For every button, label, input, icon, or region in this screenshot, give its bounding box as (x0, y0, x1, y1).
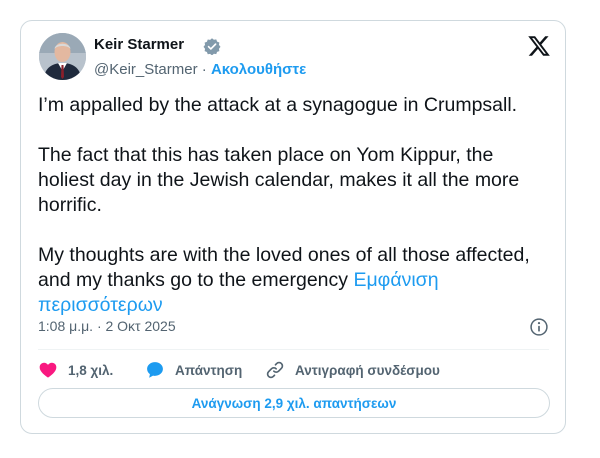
heart-icon (39, 362, 57, 378)
reply-button[interactable]: Απάντηση (145, 359, 242, 381)
copy-link-label: Αντιγραφή συνδέσμου (295, 362, 440, 378)
read-replies-button[interactable]: Ανάγνωση 2,9 χιλ. απαντήσεων (38, 388, 550, 418)
post-text: I’m appalled by the attack at a synagogu… (38, 93, 552, 318)
post-paragraph-text: My thoughts are with the loved ones of a… (38, 244, 530, 291)
reply-bubble-icon (147, 362, 163, 378)
like-count: 1,8 χιλ. (68, 362, 114, 378)
info-icon[interactable] (529, 317, 549, 337)
post-paragraph: The fact that this has taken place on Yo… (38, 144, 520, 216)
verified-badge-icon (203, 38, 221, 55)
post-paragraph: My thoughts are with the loved ones of a… (38, 243, 552, 318)
author-avatar[interactable] (39, 33, 86, 80)
divider (38, 349, 549, 350)
reply-label: Απάντηση (175, 362, 243, 378)
author-handle[interactable]: @Keir_Starmer (94, 61, 198, 78)
post-card: Keir Starmer @Keir_Starmer · Ακολουθήστε… (20, 20, 566, 434)
link-icon (266, 361, 284, 379)
author-handle-row: @Keir_Starmer · Ακολουθήστε (94, 61, 306, 78)
like-button[interactable]: 1,8 χιλ. (38, 359, 113, 381)
post-paragraph: I’m appalled by the attack at a synagogu… (38, 94, 518, 116)
x-logo-icon[interactable] (527, 34, 551, 58)
post-timestamp[interactable]: 1:08 μ.μ. · 2 Οκτ 2025 (38, 318, 176, 334)
copy-link-button[interactable]: Αντιγραφή συνδέσμου (265, 359, 440, 381)
handle-separator: · (201, 61, 207, 78)
follow-button[interactable]: Ακολουθήστε (211, 61, 306, 78)
author-name[interactable]: Keir Starmer (94, 36, 184, 53)
